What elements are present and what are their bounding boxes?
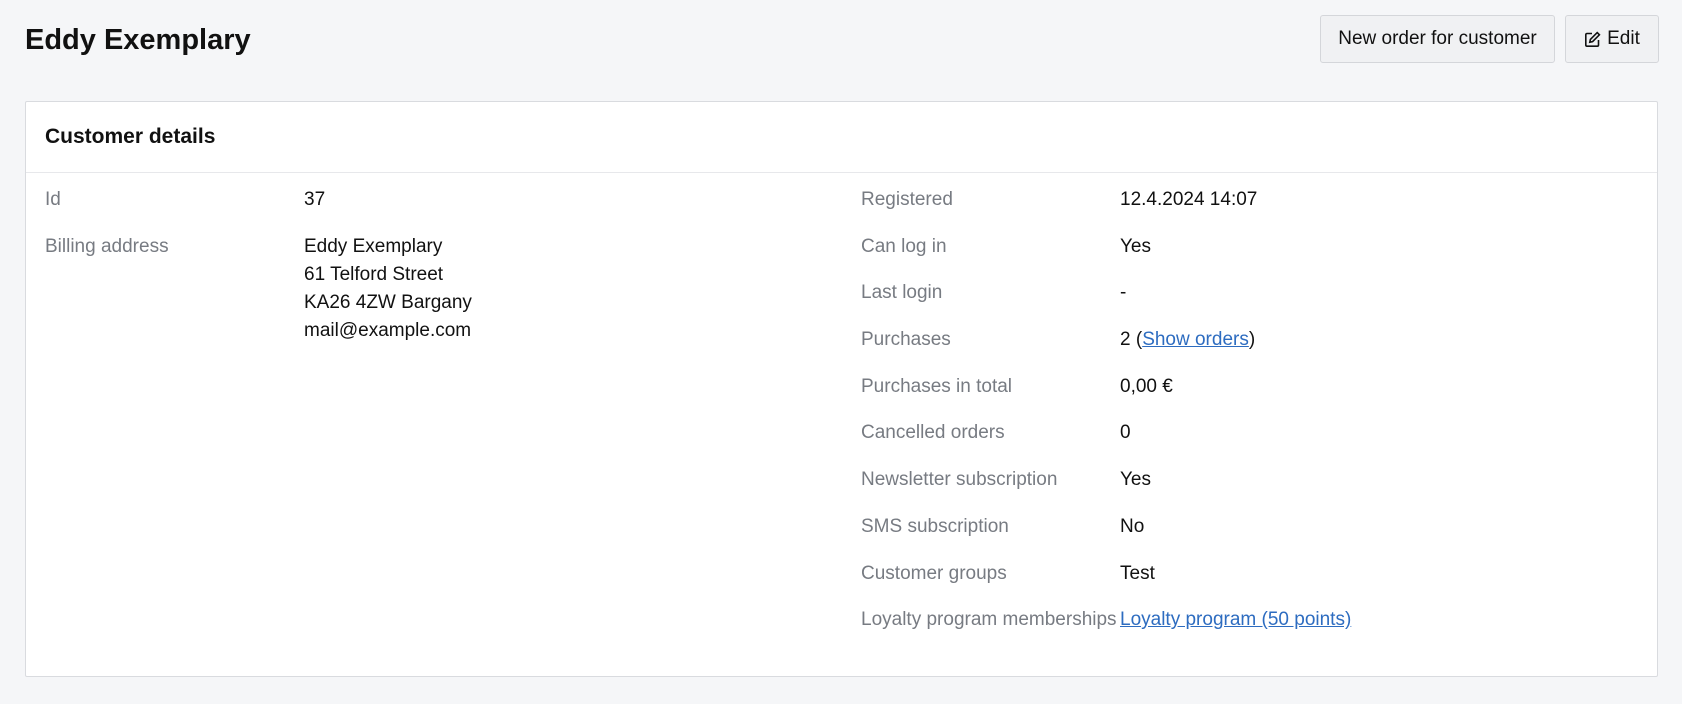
edit-button-label: Edit [1607, 28, 1640, 49]
sms-label: SMS subscription [861, 515, 1009, 537]
billing-email: mail@example.com [304, 319, 472, 341]
customer-groups-label: Customer groups [861, 562, 1007, 584]
cancelled-orders-label: Cancelled orders [861, 422, 1005, 444]
cancelled-orders-value: 0 [1120, 422, 1131, 444]
billing-city: KA26 4ZW Bargany [304, 291, 472, 313]
show-orders-link[interactable]: Show orders [1142, 329, 1249, 350]
row-sms: SMS subscription No [861, 513, 1351, 541]
loyalty-label: Loyalty program memberships [861, 609, 1117, 631]
sms-value: No [1120, 515, 1145, 537]
purchases-open-paren: ( [1130, 329, 1143, 351]
id-label: Id [45, 189, 61, 210]
row-customer-groups: Customer groups Test [861, 560, 1351, 588]
row-purchases: Purchases 2 (Show orders) [861, 326, 1351, 354]
purchases-label: Purchases [861, 329, 951, 351]
purchases-count: 2 [1120, 329, 1131, 351]
customer-page: Eddy Exemplary New order for customer Ed… [0, 0, 1682, 704]
row-id: Id 37 [45, 186, 472, 214]
billing-address-label: Billing address [45, 235, 169, 257]
can-log-in-label: Can log in [861, 235, 947, 257]
row-registered: Registered 12.4.2024 14:07 [861, 186, 1351, 214]
newsletter-label: Newsletter subscription [861, 469, 1058, 491]
loyalty-value: Loyalty program (50 points) [1120, 606, 1351, 634]
card-title: Customer details [45, 125, 216, 148]
last-login-value: - [1120, 282, 1127, 304]
details-left-column: Id 37 Billing address Eddy Exemplary 61 … [45, 186, 472, 363]
card-header: Customer details [26, 102, 1657, 173]
header-actions: New order for customer Edit [1320, 15, 1659, 63]
customer-groups-value: Test [1120, 562, 1155, 584]
purchases-close-paren: ) [1248, 329, 1256, 351]
billing-name: Eddy Exemplary [304, 235, 443, 257]
page-title: Eddy Exemplary [25, 24, 251, 56]
registered-label: Registered [861, 189, 953, 210]
can-log-in-value: Yes [1120, 235, 1151, 257]
newsletter-value: Yes [1120, 469, 1151, 491]
id-value: 37 [304, 189, 326, 210]
row-last-login: Last login - [861, 279, 1351, 307]
registered-value: 12.4.2024 14:07 [1120, 189, 1258, 210]
loyalty-program-link[interactable]: Loyalty program (50 points) [1120, 609, 1351, 630]
new-order-button[interactable]: New order for customer [1320, 15, 1555, 63]
row-loyalty: Loyalty program memberships Loyalty prog… [861, 606, 1351, 634]
edit-button[interactable]: Edit [1565, 15, 1659, 63]
row-billing-address: Billing address Eddy Exemplary 61 Telfor… [45, 233, 472, 345]
row-cancelled-orders: Cancelled orders 0 [861, 419, 1351, 447]
billing-address-value: Eddy Exemplary 61 Telford Street KA26 4Z… [304, 233, 472, 345]
purchases-total-label: Purchases in total [861, 375, 1013, 397]
details-right-column: Registered 12.4.2024 14:07 Can log in Ye… [861, 186, 1351, 653]
edit-icon [1584, 30, 1601, 48]
purchases-value: 2 (Show orders) [1120, 326, 1255, 354]
billing-street: 61 Telford Street [304, 263, 444, 285]
purchases-total-value: 0,00 € [1120, 375, 1173, 397]
customer-details-card: Customer details Id 37 Billing address E… [25, 101, 1658, 677]
last-login-label: Last login [861, 282, 943, 304]
row-can-log-in: Can log in Yes [861, 233, 1351, 261]
row-newsletter: Newsletter subscription Yes [861, 466, 1351, 494]
row-purchases-total: Purchases in total 0,00 € [861, 373, 1351, 401]
